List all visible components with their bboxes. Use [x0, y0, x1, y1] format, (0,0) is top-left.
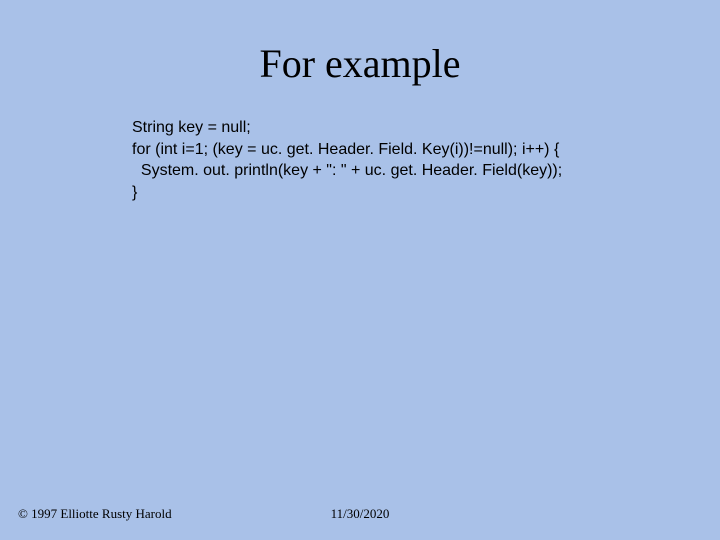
code-line: } — [132, 182, 680, 204]
code-block: String key = null; for (int i=1; (key = … — [0, 117, 720, 203]
footer-date: 11/30/2020 — [331, 506, 390, 522]
slide-title: For example — [0, 0, 720, 117]
footer-copyright: © 1997 Elliotte Rusty Harold — [18, 506, 172, 522]
code-line: String key = null; — [132, 117, 680, 139]
slide: For example String key = null; for (int … — [0, 0, 720, 540]
code-line: System. out. println(key + ": " + uc. ge… — [132, 160, 680, 182]
code-line: for (int i=1; (key = uc. get. Header. Fi… — [132, 139, 680, 161]
